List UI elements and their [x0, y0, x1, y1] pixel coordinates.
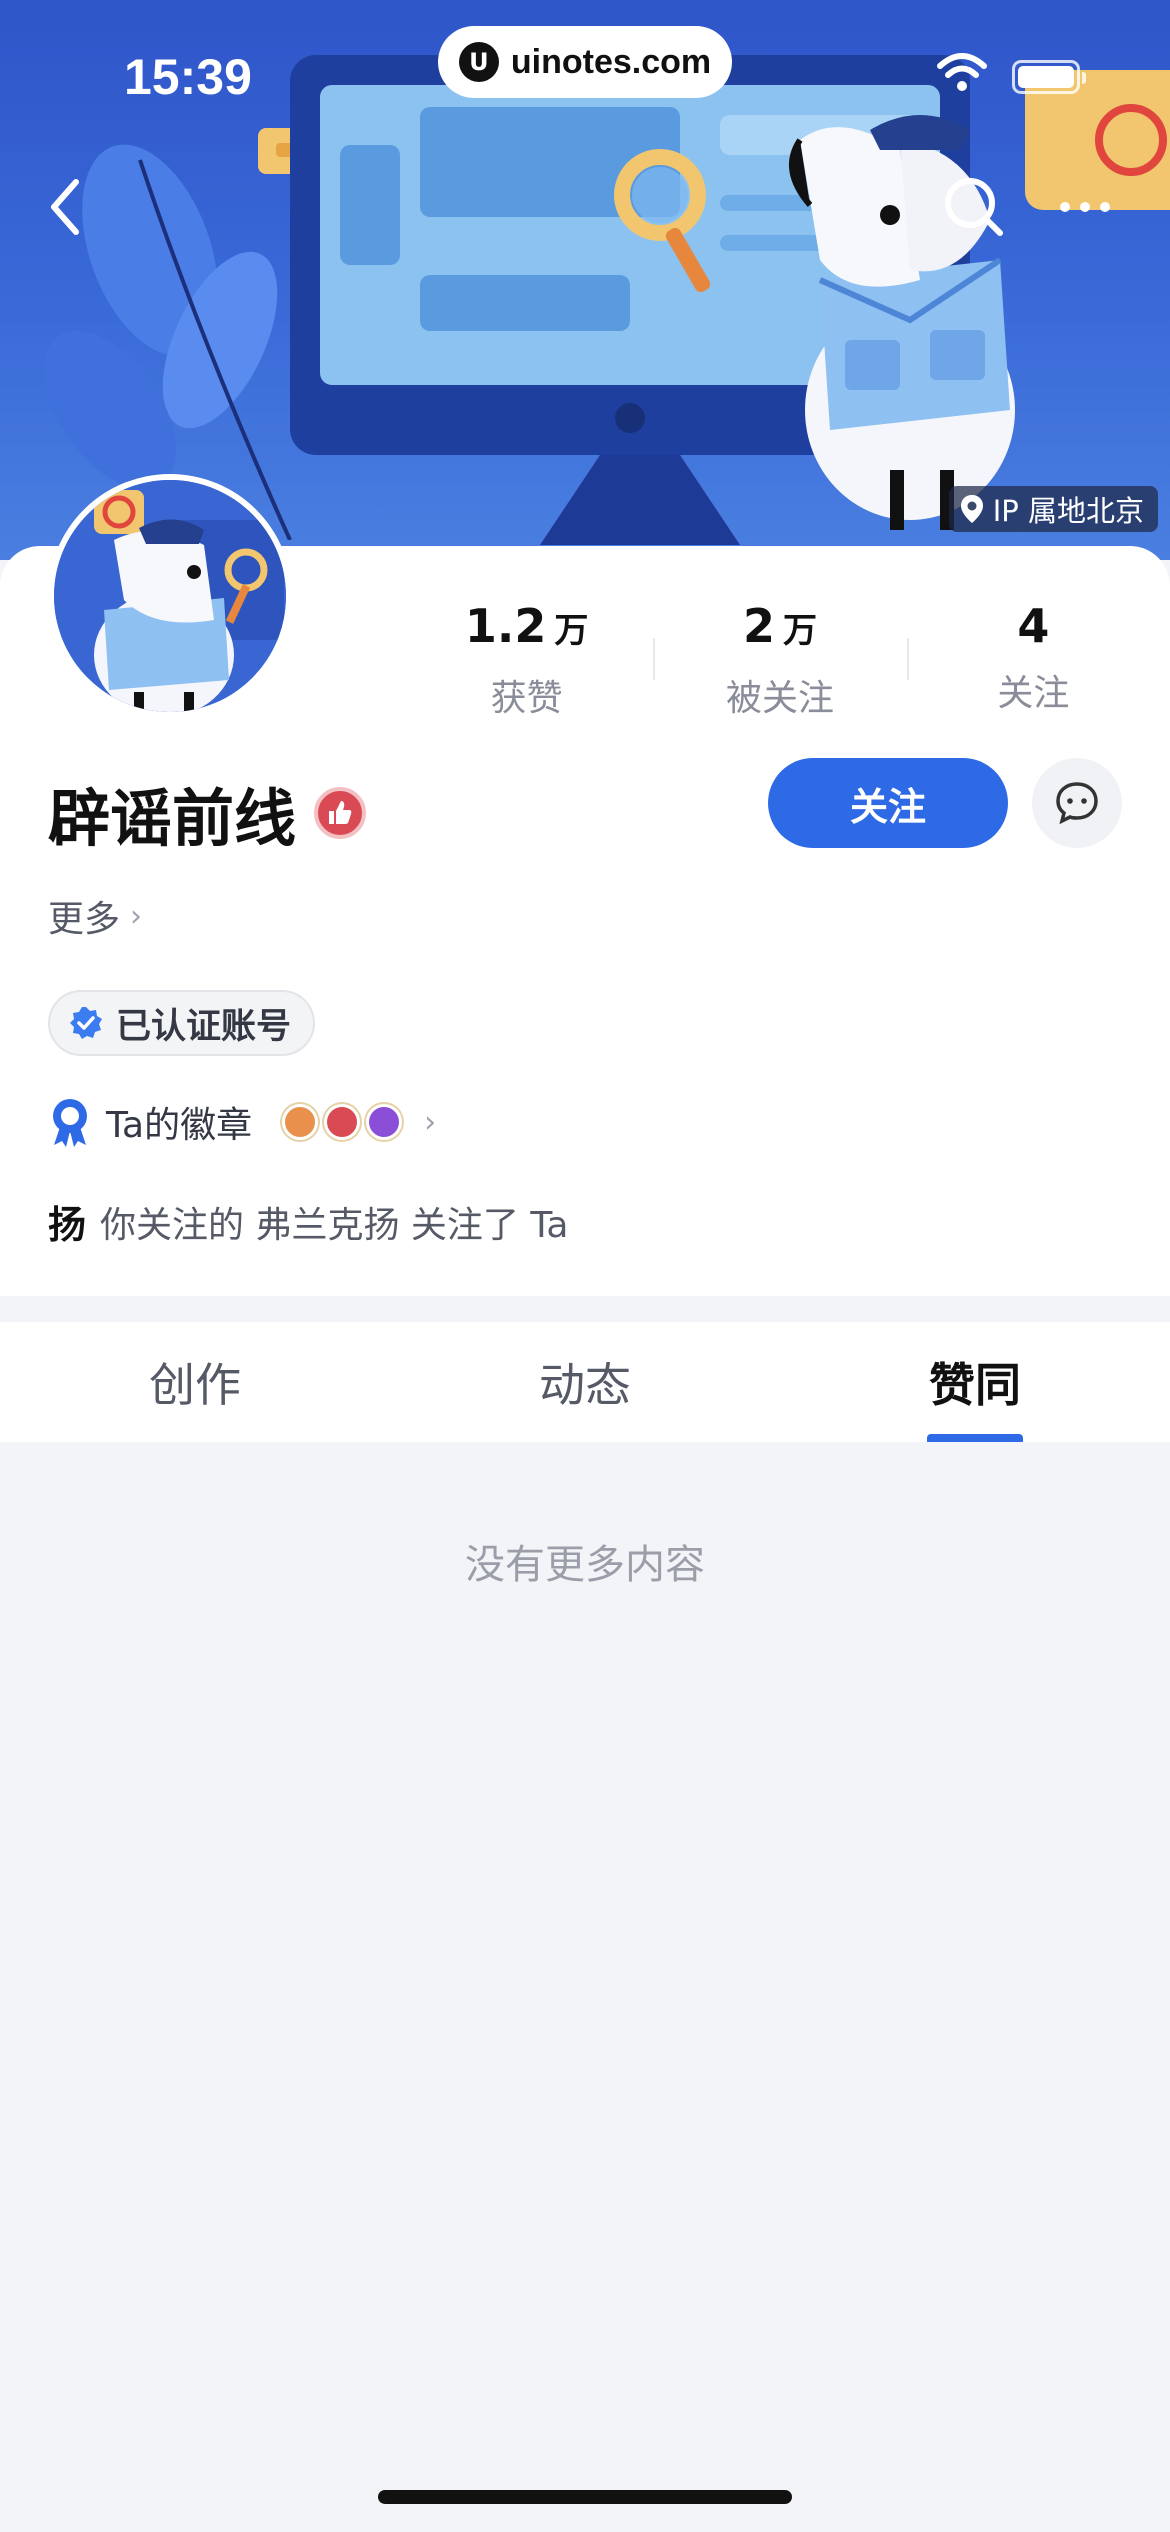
- chat-button[interactable]: [1032, 758, 1122, 848]
- dog-mascot-illustration: [789, 115, 1015, 530]
- status-time: 15:39: [124, 49, 252, 105]
- more-icon[interactable]: [1060, 195, 1116, 219]
- mutual-follow-row[interactable]: 扬 你关注的 弗兰克扬 关注了 Ta: [48, 1194, 568, 1249]
- tab-activity[interactable]: 动态: [390, 1322, 780, 1442]
- stat-followers[interactable]: 2万 被关注: [653, 596, 906, 719]
- stat-followers-label: 被关注: [725, 678, 834, 719]
- verified-label: 已认证账号: [116, 1006, 292, 1047]
- verified-account-tag[interactable]: 已认证账号: [48, 990, 316, 1056]
- battery-icon: [1012, 60, 1086, 94]
- mutual-avatar: 扬: [48, 1203, 87, 1247]
- profile-name-row: 辟谣前线: [48, 768, 367, 858]
- chevron-right-icon: ›: [424, 1104, 437, 1140]
- avatar-mascot-icon: [54, 480, 286, 712]
- medal-icon: [53, 1099, 87, 1147]
- avatar[interactable]: [48, 474, 292, 718]
- badge-icons: [282, 1104, 403, 1140]
- stat-following[interactable]: 4 关注: [906, 596, 1160, 716]
- stat-followers-unit: 万: [783, 611, 817, 651]
- monitor-stand: [540, 455, 740, 545]
- stat-following-label: 关注: [997, 673, 1070, 714]
- stat-likes-value: 1.2: [464, 599, 547, 653]
- search-icon[interactable]: [942, 175, 1006, 239]
- profile-tabs: 创作 动态 赞同: [0, 1322, 1170, 1442]
- empty-state-text: 没有更多内容: [465, 1542, 705, 1588]
- magnifier-illustration: [614, 149, 711, 293]
- url-pill: U uinotes.com: [438, 26, 732, 98]
- profile-name: 辟谣前线: [48, 782, 297, 855]
- thumbs-badge-icon: [324, 1104, 361, 1140]
- stat-following-value: 4: [1017, 599, 1050, 653]
- more-link[interactable]: 更多 ›: [48, 890, 142, 942]
- location-icon: [960, 495, 983, 523]
- tab-creations[interactable]: 创作: [0, 1322, 390, 1442]
- site-logo-icon: U: [458, 42, 499, 82]
- verified-check-icon: [70, 1007, 102, 1039]
- wifi-icon: [937, 53, 987, 91]
- ip-location-text: IP 属地北京: [992, 494, 1144, 528]
- tab-upvotes[interactable]: 赞同: [780, 1322, 1170, 1442]
- profile-stats: 1.2 万 获赞 2万 被关注 4 关注: [400, 596, 1160, 719]
- chat-icon: [1056, 782, 1098, 825]
- badges-label: Ta的徽章: [106, 1105, 253, 1146]
- chevron-right-icon: ›: [130, 898, 143, 934]
- thumbs-up-badge-icon[interactable]: [314, 787, 367, 839]
- stat-likes-label: 获赞: [490, 678, 563, 719]
- stat-likes-unit: 万: [554, 611, 589, 651]
- stat-followers-value: 2: [742, 599, 775, 653]
- back-icon[interactable]: [40, 172, 90, 242]
- eye-badge-icon: [282, 1104, 319, 1140]
- chat-badge-icon: [366, 1104, 403, 1140]
- mutual-text: 你关注的 弗兰克扬 关注了 Ta: [100, 1204, 569, 1246]
- more-link-label: 更多: [48, 899, 121, 940]
- home-indicator[interactable]: [378, 2490, 792, 2504]
- url-text: uinotes.com: [510, 42, 712, 81]
- stat-likes[interactable]: 1.2 万 获赞: [400, 596, 653, 719]
- ip-location-badge: IP 属地北京: [948, 486, 1158, 532]
- badges-row[interactable]: Ta的徽章 ›: [48, 1096, 436, 1148]
- follow-button[interactable]: 关注: [768, 758, 1008, 848]
